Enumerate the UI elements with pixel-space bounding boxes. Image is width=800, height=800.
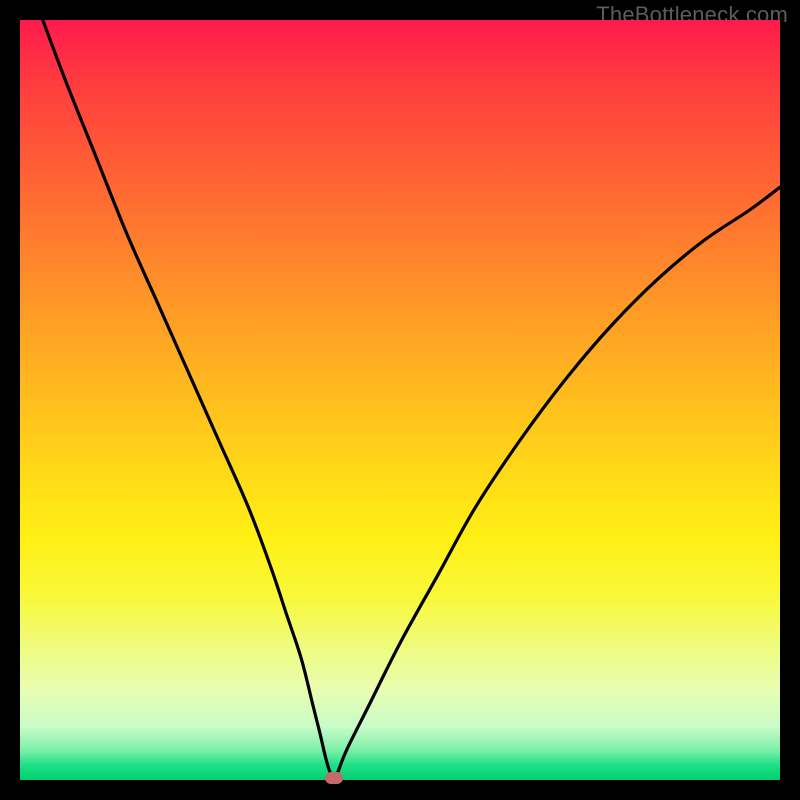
plot-area (20, 20, 780, 780)
curve-svg (20, 20, 780, 780)
chart-frame: TheBottleneck.com (0, 0, 800, 800)
optimum-marker (325, 772, 343, 784)
bottleneck-curve (43, 20, 780, 778)
